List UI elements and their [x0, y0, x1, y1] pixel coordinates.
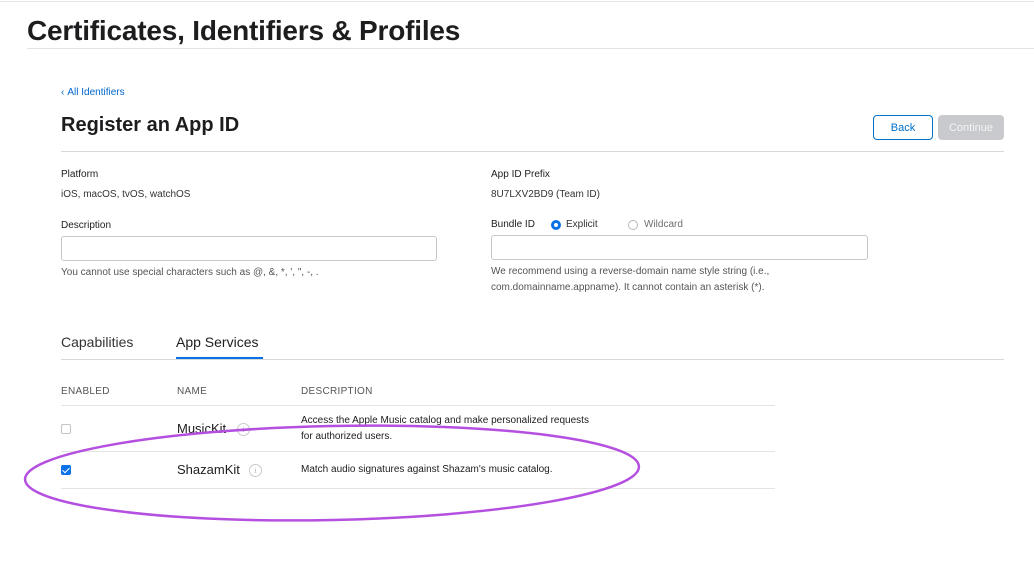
column-header-name: NAME — [177, 386, 208, 397]
service-name: ShazamKit — [177, 462, 240, 477]
app-id-prefix-label: App ID Prefix — [491, 169, 550, 180]
wildcard-radio[interactable] — [628, 220, 638, 230]
tab-app-services[interactable]: App Services — [176, 334, 258, 350]
info-icon[interactable]: i — [249, 464, 262, 477]
column-header-enabled: ENABLED — [61, 386, 110, 397]
continue-button[interactable]: Continue — [938, 115, 1004, 140]
row-divider — [61, 488, 775, 489]
all-identifiers-link[interactable]: ‹ All Identifiers — [61, 87, 125, 98]
page-title: Register an App ID — [61, 114, 240, 136]
info-icon[interactable]: i — [237, 423, 250, 436]
top-divider — [0, 1, 1034, 2]
wildcard-radio-label[interactable]: Wildcard — [644, 219, 683, 230]
platform-value: iOS, macOS, tvOS, watchOS — [61, 189, 191, 200]
chevron-left-icon: ‹ — [61, 87, 65, 98]
description-input[interactable] — [61, 236, 437, 261]
section-divider — [61, 151, 1004, 152]
bundle-id-input[interactable] — [491, 235, 868, 260]
description-hint: You cannot use special characters such a… — [61, 267, 319, 278]
column-header-description: DESCRIPTION — [301, 386, 373, 397]
tab-capabilities[interactable]: Capabilities — [61, 334, 133, 350]
bundle-id-hint: We recommend using a reverse-domain name… — [491, 266, 770, 293]
service-description: Match audio signatures against Shazam's … — [301, 464, 553, 475]
back-button[interactable]: Back — [873, 115, 933, 140]
shazamkit-enabled-checkbox[interactable] — [61, 465, 71, 475]
service-name: MusicKit — [177, 421, 227, 436]
table-header-divider — [61, 405, 775, 406]
bundle-id-label: Bundle ID — [491, 219, 535, 230]
explicit-radio[interactable] — [551, 220, 561, 230]
all-identifiers-link-label: All Identifiers — [67, 87, 125, 98]
tabs-divider — [61, 359, 1004, 360]
explicit-radio-label[interactable]: Explicit — [566, 219, 598, 230]
app-id-prefix-value: 8U7LXV2BD9 (Team ID) — [491, 189, 600, 200]
platform-label: Platform — [61, 169, 99, 180]
app-title: Certificates, Identifiers & Profiles — [27, 15, 461, 46]
musickit-enabled-checkbox[interactable] — [61, 424, 71, 434]
description-label: Description — [61, 220, 112, 231]
service-description: Access the Apple Music catalog and make … — [301, 415, 589, 442]
row-divider — [61, 451, 775, 452]
header-divider — [27, 48, 1034, 49]
